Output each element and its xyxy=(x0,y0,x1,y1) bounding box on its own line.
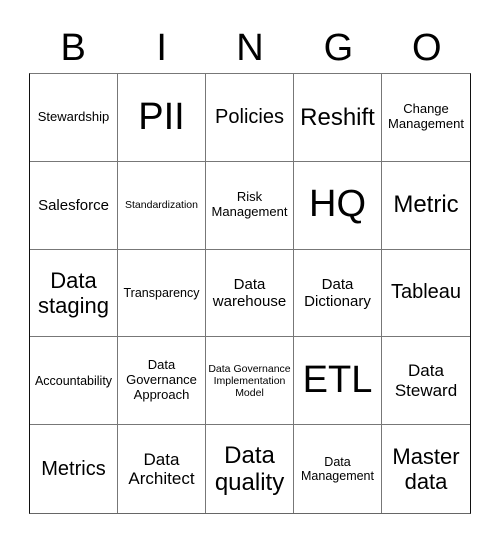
bingo-cell[interactable]: Metric xyxy=(382,162,470,250)
header-letter-b: B xyxy=(60,27,86,69)
bingo-cell[interactable]: Tableau xyxy=(382,250,470,338)
bingo-cell[interactable]: Data Governance Approach xyxy=(118,337,206,426)
bingo-cell[interactable]: Data Dictionary xyxy=(294,249,382,338)
bingo-cell[interactable]: Policies xyxy=(206,74,294,162)
bingo-cell[interactable]: Metrics xyxy=(30,425,118,513)
bingo-header: B I N G O xyxy=(29,22,471,74)
bingo-grid: Stewardship PII Policies Reshift Change … xyxy=(29,73,471,514)
bingo-cell[interactable]: Salesforce xyxy=(30,161,118,250)
bingo-cell[interactable]: Standardization xyxy=(118,161,206,250)
bingo-cell[interactable]: Data Steward xyxy=(382,337,470,426)
bingo-cell[interactable]: Change Management xyxy=(382,74,470,162)
header-letter-i: I xyxy=(156,27,167,69)
bingo-cell[interactable]: Master data xyxy=(382,425,470,513)
bingo-cell[interactable]: Data Management xyxy=(294,425,382,513)
bingo-cell[interactable]: Data staging xyxy=(30,249,118,338)
bingo-cell[interactable]: HQ xyxy=(294,161,382,250)
bingo-cell[interactable]: Data Architect xyxy=(118,425,206,513)
bingo-cell[interactable]: Reshift xyxy=(294,74,382,162)
bingo-cell[interactable]: Stewardship xyxy=(30,74,118,162)
header-letter-g: G xyxy=(323,27,354,69)
bingo-cell[interactable]: Data Governance Implementation Model xyxy=(206,337,294,426)
bingo-cell[interactable]: Accountability xyxy=(30,337,118,426)
header-letter-n: N xyxy=(236,27,264,69)
bingo-cell[interactable]: Risk Management xyxy=(206,161,294,250)
bingo-cell[interactable]: Transparency xyxy=(118,249,206,338)
bingo-cell[interactable]: Data warehouse xyxy=(206,249,294,338)
bingo-cell[interactable]: Data quality xyxy=(206,425,294,513)
bingo-cell[interactable]: PII xyxy=(118,74,206,162)
header-letter-o: O xyxy=(412,27,442,69)
bingo-cell[interactable]: ETL xyxy=(294,337,382,426)
